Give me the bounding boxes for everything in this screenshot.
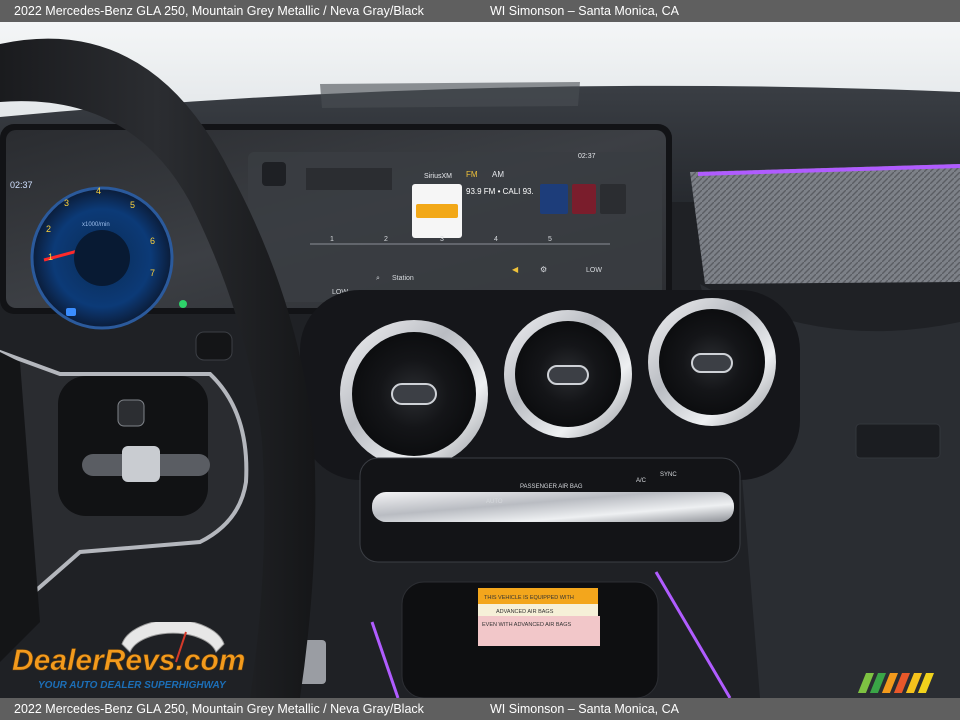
preset-3[interactable]: 3 [440, 236, 444, 243]
vehicle-description-bottom: 2022 Mercedes-Benz GLA 250, Mountain Gre… [14, 702, 424, 716]
dash-trim-mesh [690, 164, 960, 284]
dealer-name: WI Simonson – Santa Monica, CA [490, 4, 679, 18]
climate-toggle-bar[interactable] [372, 492, 734, 522]
caption-bar-bottom: 2022 Mercedes-Benz GLA 250, Mountain Gre… [0, 698, 960, 720]
vehicle-description: 2022 Mercedes-Benz GLA 250, Mountain Gre… [14, 4, 424, 18]
home-touch-button[interactable] [117, 399, 145, 427]
dealerrevs-watermark: DealerRevs.com YOUR AUTO DEALER SUPERHIG… [10, 619, 266, 696]
infotainment-clock: 02:37 [578, 153, 596, 160]
tach-tick-5: 5 [130, 200, 135, 210]
tach-tick-4: 4 [96, 186, 101, 196]
speaker-grille-graphic [306, 168, 392, 190]
preset-4[interactable]: 4 [494, 236, 498, 243]
tach-tick-7: 7 [150, 268, 155, 278]
cluster-clock: 02:37 [10, 180, 33, 190]
preset-2[interactable]: 2 [384, 236, 388, 243]
glovebox-handle [855, 423, 941, 459]
station-button[interactable]: Station [392, 275, 414, 282]
tachometer-hub [74, 230, 130, 286]
watermark-tagline: YOUR AUTO DEALER SUPERHIGHWAY [38, 680, 227, 691]
preset-art-1[interactable] [540, 184, 568, 214]
preset-5[interactable]: 5 [548, 236, 552, 243]
band-am-tab[interactable]: AM [492, 170, 504, 179]
right-volume-level: LOW [586, 267, 602, 274]
air-vent-left[interactable] [340, 320, 488, 468]
station-logo [416, 204, 458, 218]
preset-1[interactable]: 1 [330, 236, 334, 243]
settings-gear-icon[interactable]: ⚙ [540, 265, 547, 274]
passenger-airbag-indicator: PASSENGER AIR BAG [520, 484, 583, 490]
tach-tick-3: 3 [64, 198, 69, 208]
tach-tick-6: 6 [150, 236, 155, 246]
touch-control-button[interactable] [122, 446, 160, 482]
indicator-light-icon [179, 300, 187, 308]
assist-indicator-icon [66, 308, 76, 316]
tach-tick-2: 2 [46, 224, 51, 234]
climate-auto-button[interactable]: AUTO [486, 499, 503, 505]
airbag-label-line1: THIS VEHICLE IS EQUIPPED WITH [484, 595, 574, 601]
preset-art-2[interactable] [572, 184, 596, 214]
defrost-vent [320, 82, 580, 108]
brand-stripes-logo [856, 673, 935, 693]
air-vent-center[interactable] [504, 310, 632, 438]
airbag-label-line2: ADVANCED AIR BAGS [496, 609, 554, 615]
station-name: 93.9 FM • CALI 93. [466, 187, 534, 196]
media-source-label: SiriusXM [424, 173, 452, 180]
cluster-unit-label: x1000/min [82, 222, 110, 228]
media-home-icon[interactable] [262, 162, 286, 186]
watermark-brand: DealerRevs.com [12, 644, 245, 677]
preset-art-3[interactable] [600, 184, 626, 214]
airbag-label-line3: EVEN WITH ADVANCED AIR BAGS [482, 622, 571, 628]
tach-tick-1: 1 [48, 252, 53, 262]
search-icon[interactable]: ⌕ [376, 275, 380, 282]
band-fm-tab[interactable]: FM [466, 170, 478, 179]
climate-ac-button[interactable]: A/C [636, 478, 647, 484]
airbag-warning-label: THIS VEHICLE IS EQUIPPED WITH ADVANCED A… [478, 588, 600, 646]
caption-bar-top: 2022 Mercedes-Benz GLA 250, Mountain Gre… [0, 0, 960, 22]
climate-sync-button[interactable]: SYNC [660, 472, 677, 478]
air-vent-right[interactable] [648, 298, 776, 426]
interior-photo: 02:37 x1000/min 1 2 3 4 5 6 7 SiriusXM F… [0, 22, 960, 698]
volume-icon[interactable]: ◀ [512, 265, 519, 274]
stalk-control[interactable] [195, 331, 233, 361]
dealer-name-bottom: WI Simonson – Santa Monica, CA [490, 702, 679, 716]
